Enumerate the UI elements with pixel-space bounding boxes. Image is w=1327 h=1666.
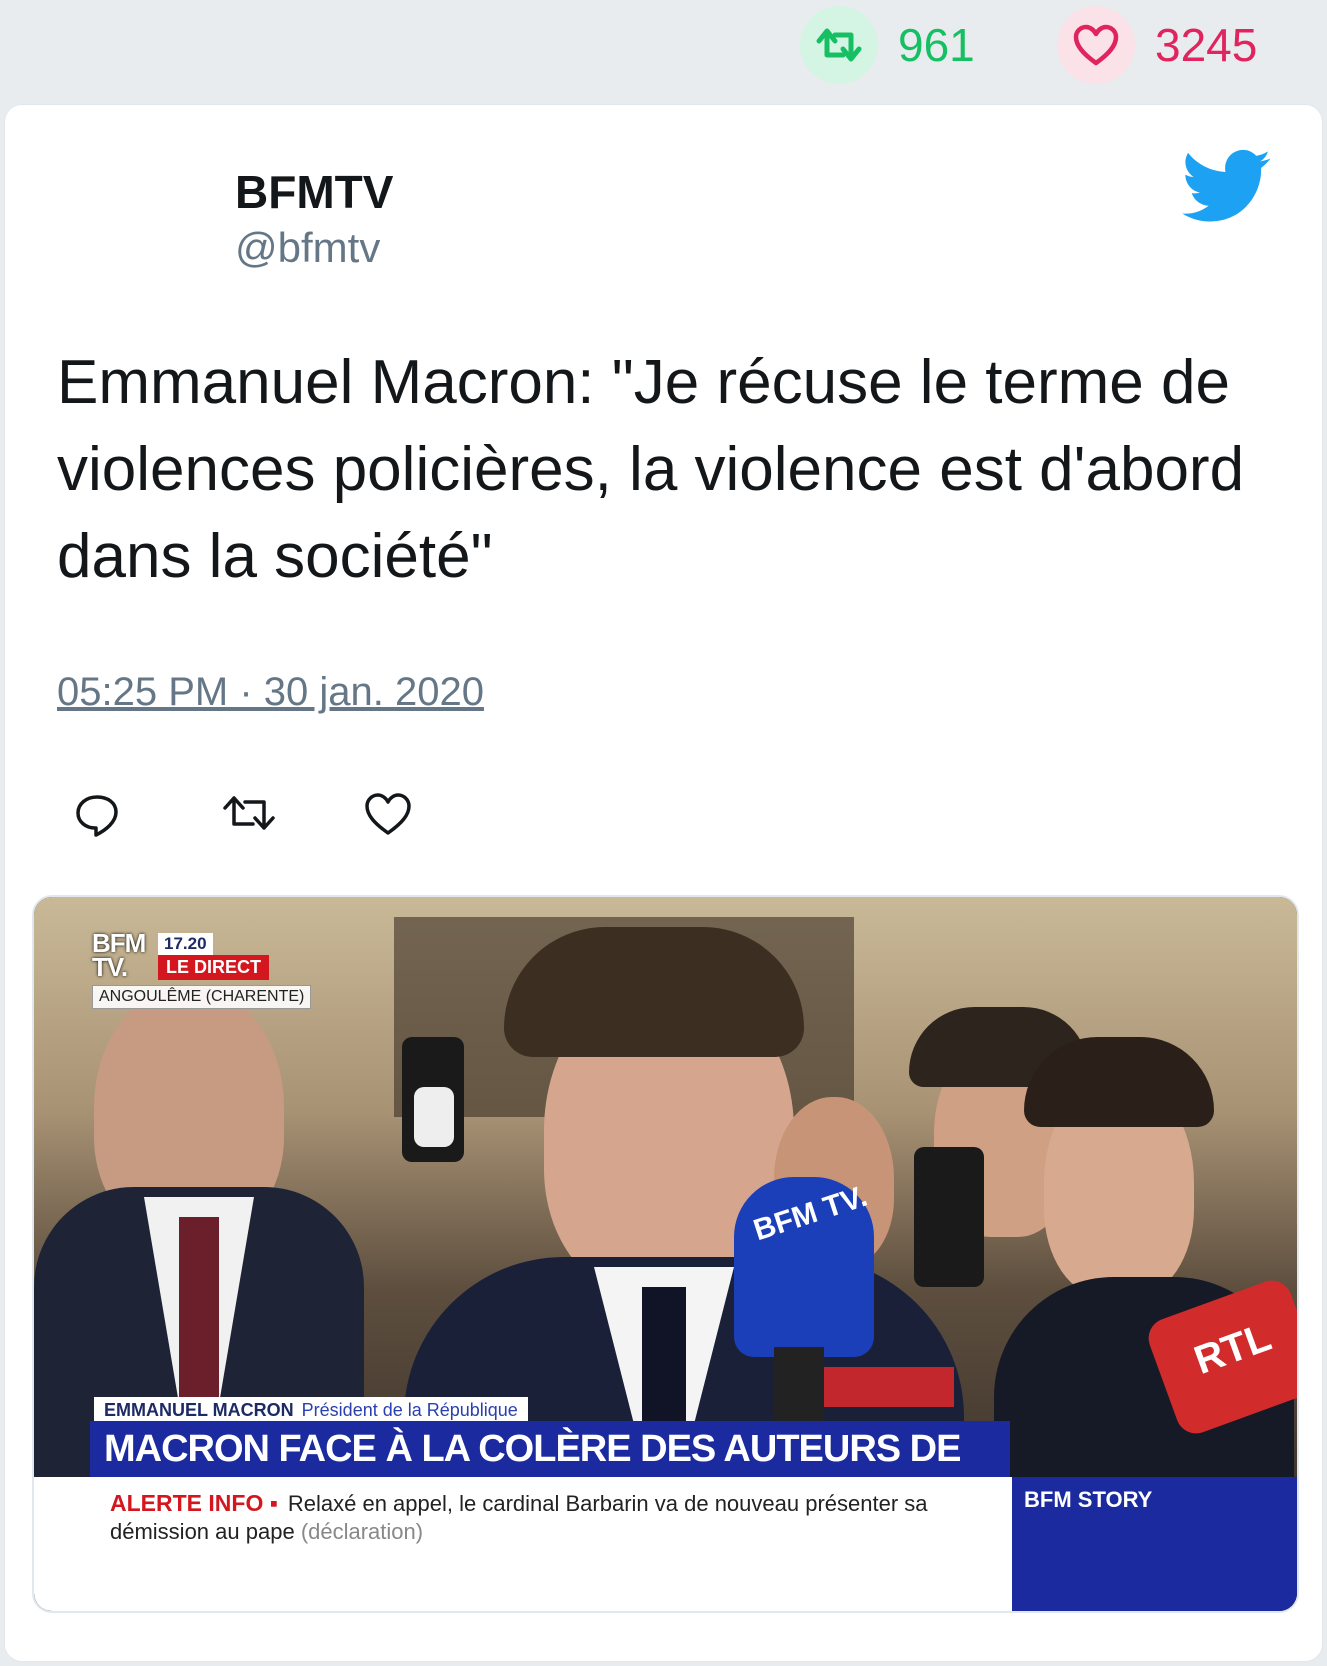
- like-count: 3245: [1155, 19, 1258, 71]
- author-block[interactable]: BFMTV @bfmtv: [235, 163, 393, 275]
- retweet-stat-icon-bubble: [800, 6, 878, 84]
- tweet-text: Emmanuel Macron: "Je récuse le terme de …: [57, 348, 1245, 591]
- speaker-name: EMMANUEL MACRON: [104, 1400, 294, 1420]
- reply-button[interactable]: [73, 791, 121, 844]
- broadcast-time: 17.20: [158, 933, 213, 955]
- author-name[interactable]: BFMTV: [235, 163, 393, 221]
- bfm-story-label: BFM STORY: [1012, 1477, 1297, 1611]
- author-handle[interactable]: @bfmtv: [235, 221, 393, 275]
- live-badge: LE DIRECT: [158, 955, 270, 980]
- like-stat-icon-bubble: [1057, 6, 1135, 84]
- heart-icon: [1073, 24, 1119, 66]
- retweet-icon: [816, 28, 862, 62]
- twitter-bird-icon[interactable]: [1182, 149, 1272, 230]
- speaker-namebar: EMMANUEL MACRON Président de la Républiqu…: [94, 1397, 528, 1424]
- like-count-stat[interactable]: 3245: [1057, 6, 1257, 84]
- news-ticker: ALERTE INFO ▪ Relaxé en appel, le cardina…: [34, 1477, 1012, 1611]
- location-label: ANGOULÊME (CHARENTE): [92, 985, 312, 1009]
- retweet-button[interactable]: [219, 791, 279, 840]
- reply-icon: [76, 795, 118, 837]
- like-button[interactable]: [363, 791, 413, 842]
- tweet-timestamp[interactable]: 05:25 PM · 30 jan. 2020: [57, 665, 484, 719]
- retweet-count-stat[interactable]: 961: [800, 6, 975, 84]
- alert-label: ALERTE INFO ▪: [110, 1490, 278, 1516]
- news-headline: MACRON FACE À LA COLÈRE DES AUTEURS DE B…: [90, 1421, 1010, 1526]
- tweet-media-image[interactable]: BFM TV. RTL BFM TV. 17.20 LE DIRECT ANGO…: [32, 895, 1299, 1613]
- retweet-icon: [223, 796, 275, 830]
- bfmtv-logo: BFM TV.: [92, 930, 146, 982]
- speaker-title: Président de la République: [301, 1400, 518, 1420]
- tweet-stats-bar: 961 3245: [0, 0, 1327, 100]
- like-icon: [365, 793, 411, 835]
- bfmtv-logo-line2: TV.: [92, 952, 128, 982]
- tweet-card: BFMTV @bfmtv Emmanuel Macron: "Je récuse…: [4, 104, 1323, 1662]
- retweet-count: 961: [898, 19, 975, 71]
- alert-suffix: (déclaration): [300, 1519, 424, 1544]
